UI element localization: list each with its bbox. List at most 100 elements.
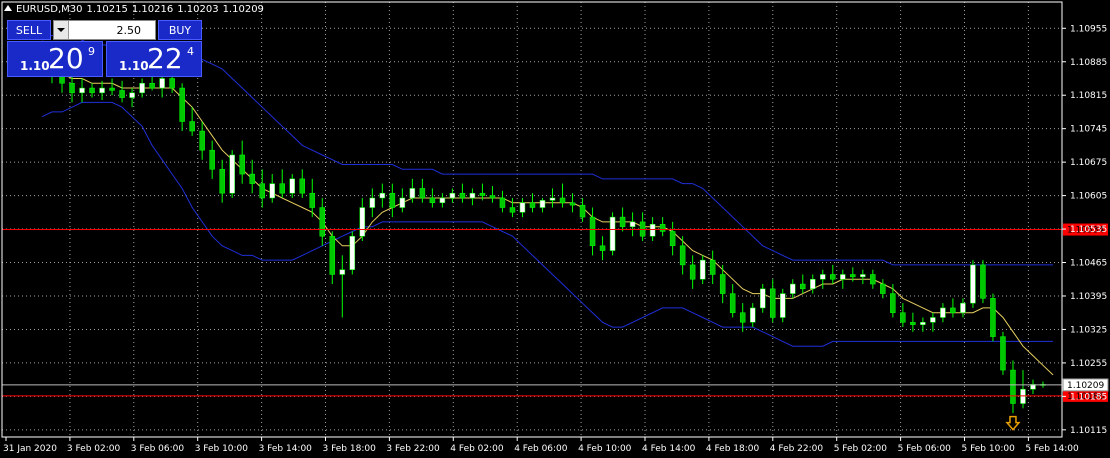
x-tick-label: 5 Feb 14:00	[1025, 444, 1079, 454]
bear-candle-body	[249, 173, 255, 184]
candle	[349, 231, 356, 275]
bull-candle-body	[820, 274, 826, 280]
bull-candle-body	[810, 279, 816, 290]
x-tick-label: 3 Feb 18:00	[323, 444, 377, 454]
candle	[139, 78, 145, 98]
candle	[779, 288, 786, 323]
candle	[519, 197, 526, 218]
bollinger-lower-line	[41, 101, 1053, 347]
bull-candle-body	[339, 269, 346, 275]
y-tick-label: 1.10465	[1070, 259, 1107, 269]
bear-candle-body	[459, 192, 466, 199]
sell-button[interactable]: SELL	[7, 20, 51, 40]
bear-candle-body	[719, 274, 726, 294]
candle	[950, 298, 956, 318]
collapse-triangle-icon[interactable]	[4, 5, 12, 11]
chart-title-bar: EURUSD,M30 1.10215 1.10216 1.10203 1.10209	[4, 2, 268, 18]
y-tick-label: 1.10605	[1070, 192, 1107, 202]
bull-candle-body	[970, 264, 976, 304]
bear-candle-body	[990, 298, 996, 337]
candle	[559, 183, 566, 208]
bear-candle-body	[299, 178, 306, 194]
bear-candle-body	[109, 87, 115, 91]
candle	[389, 183, 396, 218]
candle	[379, 183, 386, 208]
bear-candle-body	[870, 274, 876, 285]
lot-size-input[interactable]	[69, 22, 143, 38]
lot-size-control[interactable]	[53, 20, 156, 40]
candle	[769, 279, 776, 323]
candle	[840, 269, 846, 289]
bull-candle-body	[920, 322, 926, 325]
candle	[1000, 331, 1006, 375]
one-click-trading-panel: SELL BUY 1.10 20 9 1.10 22 4	[7, 20, 202, 77]
bear-candle-body	[1000, 336, 1006, 371]
sell-quote[interactable]: 1.10 20 9	[7, 41, 103, 77]
bear-candle-body	[910, 322, 916, 325]
bull-candle-body	[609, 216, 616, 251]
bull-candle-body	[379, 192, 386, 199]
candle	[659, 217, 666, 237]
candle	[940, 303, 946, 323]
y-tick-label: 1.10535	[1070, 225, 1107, 235]
buy-quote-big: 22	[147, 42, 183, 75]
bear-candle-body	[489, 195, 496, 199]
candle	[319, 197, 326, 246]
bull-candle-body	[649, 224, 656, 237]
candle	[209, 140, 215, 179]
y-tick-label: 1.10185	[1070, 392, 1107, 402]
bull-candle-body	[930, 317, 936, 323]
open-value: 1.10215	[86, 4, 128, 15]
candle	[860, 269, 866, 285]
bear-candle-body	[199, 130, 205, 151]
y-tick-label: 1.10745	[1070, 125, 1107, 135]
x-tick-label: 5 Feb 06:00	[898, 444, 952, 454]
candle	[219, 159, 225, 203]
bull-candle-body	[129, 92, 135, 98]
candle	[229, 150, 235, 198]
x-tick-label: 4 Feb 06:00	[514, 444, 568, 454]
close-value: 1.10209	[222, 4, 264, 15]
candle	[449, 188, 456, 203]
bear-candle-body	[239, 154, 245, 175]
buy-button[interactable]: BUY	[158, 20, 202, 40]
moving-average-path	[42, 68, 1054, 376]
sell-quote-big: 20	[48, 42, 84, 75]
x-tick-label: 3 Feb 10:00	[195, 444, 249, 454]
bear-candle-body	[89, 87, 95, 94]
bear-candle-body	[659, 224, 666, 232]
buy-quote-prefix: 1.10	[119, 59, 149, 73]
candle	[729, 284, 736, 318]
candle	[719, 264, 726, 304]
bull-candle-body	[229, 154, 235, 194]
y-tick-label: 1.10955	[1070, 24, 1107, 34]
bear-candle-body	[880, 283, 886, 294]
candle	[159, 73, 165, 98]
candle	[1020, 370, 1026, 409]
buy-quote[interactable]: 1.10 22 4	[106, 41, 202, 77]
bull-candle-body	[699, 259, 706, 280]
sell-arrow-icon	[1005, 415, 1021, 431]
candle	[419, 178, 426, 203]
candle	[269, 174, 275, 203]
x-tick-label: 3 Feb 14:00	[259, 444, 313, 454]
candle	[830, 264, 836, 285]
candle	[239, 140, 245, 184]
bull-candle-body	[539, 200, 546, 208]
candle	[369, 188, 376, 218]
bear-candle-body	[739, 312, 746, 323]
x-tick-label: 4 Feb 22:00	[770, 444, 824, 454]
bull-candle-body	[79, 87, 85, 94]
candle	[249, 159, 255, 194]
x-tick-label: 3 Feb 06:00	[131, 444, 185, 454]
lot-dropdown-icon[interactable]	[54, 21, 69, 39]
bear-candle-body	[429, 197, 436, 204]
bull-candle-body	[99, 87, 105, 94]
bear-candle-body	[529, 202, 536, 208]
candle	[289, 174, 295, 198]
bear-candle-body	[479, 192, 486, 196]
candle	[179, 83, 185, 132]
bull-candle-body	[269, 183, 275, 199]
bull-candle-body	[469, 192, 476, 199]
bear-candle-body	[419, 188, 426, 199]
